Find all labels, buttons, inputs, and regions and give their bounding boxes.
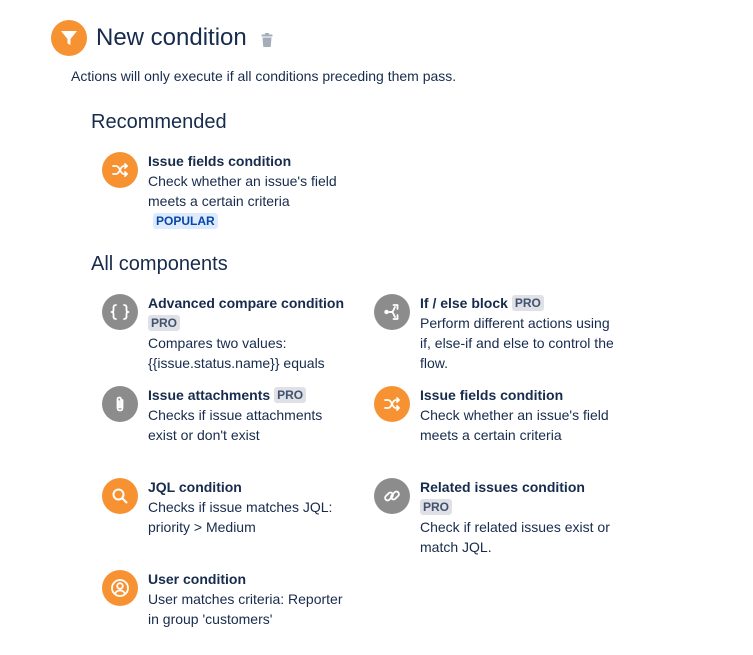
pro-badge: PRO xyxy=(511,295,544,311)
all-components-heading: All components xyxy=(91,253,228,275)
item-text: Related issues condition PRO Check if re… xyxy=(420,477,620,557)
link-icon xyxy=(374,478,410,514)
item-name: Issue attachments PRO xyxy=(148,385,348,405)
component-issue-fields-condition[interactable]: Issue fields condition Check whether an … xyxy=(374,385,620,445)
shuffle-icon xyxy=(102,152,138,188)
paperclip-icon xyxy=(102,386,138,422)
item-text: Advanced compare condition PRO Compares … xyxy=(148,293,348,373)
item-description: Check if related issues exist or match J… xyxy=(420,519,610,555)
item-description: Compares two values: {{issue.status.name… xyxy=(148,335,325,371)
recommended-item-issue-fields-condition[interactable]: Issue fields condition Check whether an … xyxy=(102,151,348,231)
pro-badge: PRO xyxy=(148,315,181,331)
item-text: If / else block PRO Perform different ac… xyxy=(420,293,620,373)
item-text: JQL condition Checks if issue matches JQ… xyxy=(148,477,348,537)
item-name-text: If / else block xyxy=(420,295,508,311)
item-description: Perform different actions using if, else… xyxy=(420,315,614,371)
component-related-issues-condition[interactable]: Related issues condition PRO Check if re… xyxy=(374,477,620,557)
item-name-text: Advanced compare condition xyxy=(148,295,345,311)
item-name-text: Related issues condition xyxy=(420,479,585,495)
item-name-text: Issue attachments xyxy=(148,387,271,403)
braces-icon xyxy=(102,294,138,330)
item-badge-row: PRO xyxy=(148,313,348,333)
component-if-else-block[interactable]: If / else block PRO Perform different ac… xyxy=(374,293,620,373)
item-name: JQL condition xyxy=(148,479,242,495)
item-name: Related issues condition PRO xyxy=(420,477,620,517)
item-text: Issue fields condition Check whether an … xyxy=(148,151,348,231)
item-name: Issue fields condition xyxy=(148,153,292,169)
recommended-heading: Recommended xyxy=(91,111,227,133)
component-user-condition[interactable]: User condition User matches criteria: Re… xyxy=(102,569,348,629)
component-issue-attachments[interactable]: Issue attachments PRO Checks if issue at… xyxy=(102,385,348,445)
item-text: User condition User matches criteria: Re… xyxy=(148,569,348,629)
item-description: Checks if issue matches JQL: priority > … xyxy=(148,499,333,535)
filter-icon xyxy=(51,20,87,56)
page-title: New condition xyxy=(96,24,247,51)
item-name: Issue fields condition xyxy=(420,387,564,403)
item-text: Issue fields condition Check whether an … xyxy=(420,385,620,445)
item-description: Check whether an issue's field meets a c… xyxy=(420,407,609,443)
pro-badge: PRO xyxy=(420,499,453,515)
new-condition-page: New condition Actions will only execute … xyxy=(0,0,753,655)
popular-badge: POPULAR xyxy=(153,213,218,229)
page-subtitle: Actions will only execute if all conditi… xyxy=(71,68,457,84)
item-text: Issue attachments PRO Checks if issue at… xyxy=(148,385,348,445)
item-name: If / else block PRO xyxy=(420,293,620,313)
item-description: User matches criteria: Reporter in group… xyxy=(148,591,343,627)
item-name: Advanced compare condition xyxy=(148,293,348,313)
item-description: Check whether an issue's field meets a c… xyxy=(148,173,337,209)
shuffle-icon xyxy=(374,386,410,422)
branch-icon xyxy=(374,294,410,330)
component-advanced-compare-condition[interactable]: Advanced compare condition PRO Compares … xyxy=(102,293,348,373)
user-icon xyxy=(102,570,138,606)
pro-badge: PRO xyxy=(274,387,307,403)
item-description: Checks if issue attachments exist or don… xyxy=(148,407,323,443)
component-jql-condition[interactable]: JQL condition Checks if issue matches JQ… xyxy=(102,477,348,537)
item-name: User condition xyxy=(148,571,247,587)
search-icon xyxy=(102,478,138,514)
header: New condition xyxy=(51,20,273,56)
trash-icon[interactable] xyxy=(261,33,273,47)
